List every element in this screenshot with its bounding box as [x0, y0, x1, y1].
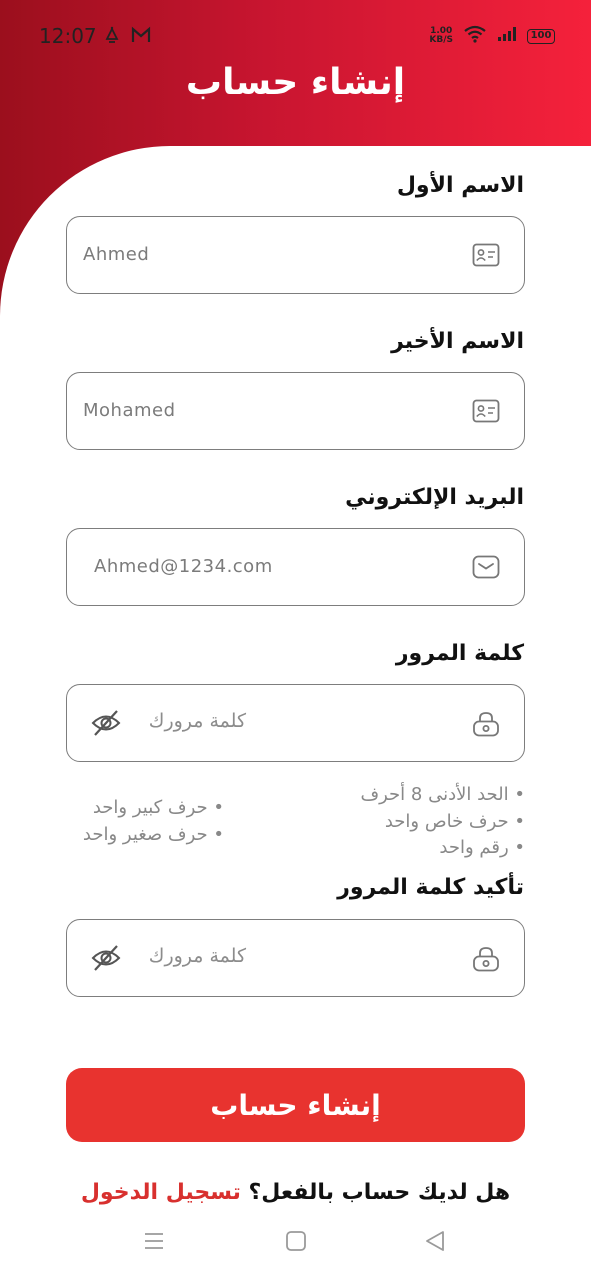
password-rule: • حرف كبير واحد: [92, 797, 224, 818]
eye-slash-icon[interactable]: [91, 709, 121, 741]
page-title: إنشاء حساب: [185, 62, 406, 103]
last-name-field[interactable]: Mohamed: [66, 372, 525, 450]
net-speed: 1.00 KB/S: [429, 26, 453, 45]
id-card-icon: [472, 243, 500, 271]
login-prompt-text: هل لديك حساب بالفعل؟: [240, 1180, 511, 1205]
eye-slash-icon[interactable]: [91, 944, 121, 976]
last-name-value: Mohamed: [83, 400, 176, 421]
login-link[interactable]: تسجيل الدخول: [81, 1180, 241, 1205]
last-name-label: الاسم الأخير: [391, 329, 524, 354]
system-nav-bar: [0, 1230, 591, 1260]
confirm-password-placeholder: كلمة مرورك: [148, 945, 246, 967]
email-field[interactable]: Ahmed@1234.com: [66, 528, 525, 606]
home-icon[interactable]: [285, 1230, 307, 1256]
password-rule: • حرف صغير واحد: [82, 823, 224, 845]
email-label: البريد الإلكتروني: [345, 485, 524, 510]
confirm-password-label: تأكيد كلمة المرور: [337, 875, 524, 900]
gmail-icon: [131, 26, 151, 48]
confirm-password-field[interactable]: كلمة مرورك: [66, 919, 525, 997]
menu-icon[interactable]: [143, 1230, 165, 1256]
password-field[interactable]: كلمة مرورك: [66, 684, 525, 762]
login-prompt: هل لديك حساب بالفعل؟ تسجيل الدخول: [0, 1180, 591, 1205]
lock-icon: [472, 711, 500, 741]
first-name-value: Ahmed: [83, 244, 150, 265]
password-rule: • رقم واحد: [439, 837, 525, 858]
password-rule: • الحد الأدنى 8 أحرف: [360, 784, 525, 805]
email-value: Ahmed@1234.com: [94, 556, 273, 577]
password-placeholder: كلمة مرورك: [148, 710, 246, 732]
status-time: 12:07: [39, 24, 97, 48]
alarm-icon: [103, 26, 121, 48]
lock-icon: [472, 946, 500, 976]
password-rules-left: • حرف كبير واحد • حرف صغير واحد: [83, 795, 224, 848]
back-icon[interactable]: [424, 1230, 446, 1256]
wifi-icon: [463, 25, 487, 47]
id-card-icon: [472, 399, 500, 427]
first-name-field[interactable]: Ahmed: [66, 216, 525, 294]
battery-icon: 100: [527, 28, 555, 44]
create-account-button[interactable]: إنشاء حساب: [66, 1068, 525, 1142]
first-name-label: الاسم الأول: [396, 173, 524, 198]
password-rules-right: • الحد الأدنى 8 أحرف • حرف خاص واحد • رق…: [360, 782, 525, 862]
password-label: كلمة المرور: [395, 641, 524, 666]
password-rule: • حرف خاص واحد: [384, 810, 525, 832]
signal-icon: [497, 26, 517, 46]
mail-icon: [472, 555, 500, 583]
